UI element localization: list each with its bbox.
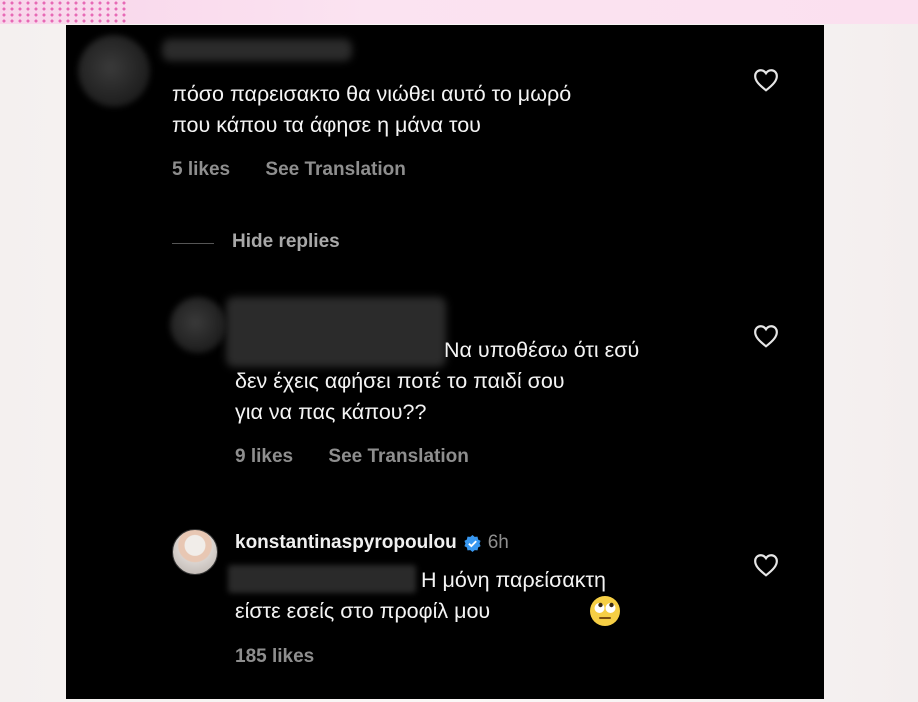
see-translation-link[interactable]: See Translation [328,446,468,467]
blurred-username [162,39,352,61]
comment-text: πόσο παρεισακτο θα νιώθει αυτό το μωρό π… [172,82,572,137]
comment-meta: 9 likes See Translation [235,446,499,468]
decorative-dots [0,0,130,24]
comment-meta: 185 likes [235,646,344,668]
heart-outline-icon[interactable] [753,553,779,577]
comment-text: Να υποθέσω ότι εσύ δεν έχεις αφήσει ποτέ… [235,338,640,424]
blurred-avatar [170,297,226,353]
reply-thread-line [172,243,214,244]
comment-meta: 5 likes See Translation [172,159,436,181]
author-username[interactable]: konstantinaspyropoulou [235,532,457,554]
heart-outline-icon[interactable] [753,324,779,348]
instagram-comments-panel: πόσο παρεισακτο θα νιώθει αυτό το μωρό π… [66,25,824,699]
verified-badge-icon [464,534,481,552]
rolling-eyes-emoji-icon [590,596,620,626]
likes-count[interactable]: 185 likes [235,646,314,667]
see-translation-link[interactable]: See Translation [265,159,405,180]
tv-top-strip [0,0,918,24]
heart-outline-icon[interactable] [753,68,779,92]
likes-count[interactable]: 9 likes [235,446,293,467]
likes-count[interactable]: 5 likes [172,159,230,180]
comment-text: Η μόνη παρείσακτη είστε εσείς στο προφίλ… [235,568,606,623]
blurred-avatar [78,35,150,107]
author-username-row: konstantinaspyropoulou 6h [235,532,509,554]
author-avatar[interactable] [172,529,218,575]
comment-time: 6h [487,532,509,553]
hide-replies-button[interactable]: Hide replies [232,231,340,253]
